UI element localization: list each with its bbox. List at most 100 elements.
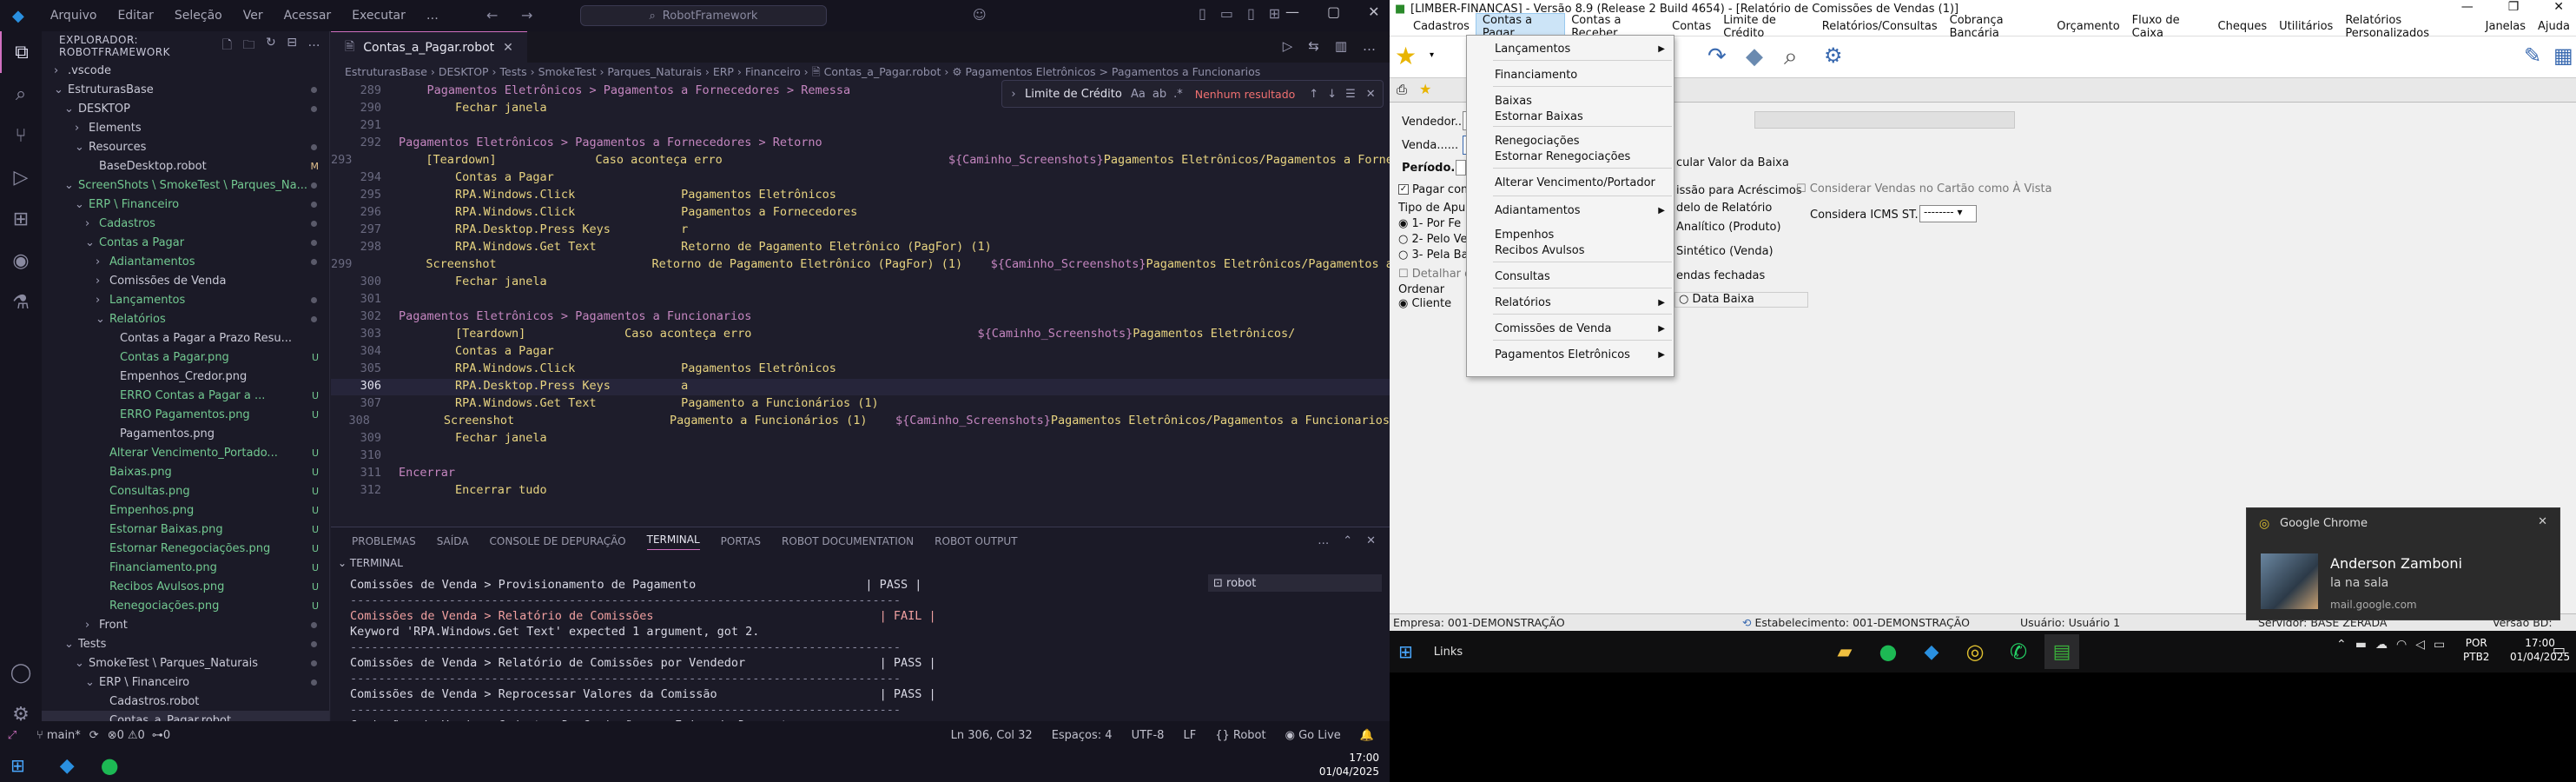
dropdown-arrow-icon[interactable]: ▾ — [1430, 50, 1434, 60]
battery-icon[interactable]: ▭ — [2434, 638, 2445, 652]
spotify-icon[interactable]: ● — [1871, 634, 1906, 669]
icms-select[interactable]: -------- ▾ — [1919, 205, 1977, 222]
chrome-notification[interactable]: ◎ Google Chrome ✕ Anderson Zamboni la na… — [2246, 507, 2560, 620]
find-selection-icon[interactable]: ☰ — [1345, 88, 1356, 101]
menu-item[interactable]: Estornar Renegociações — [1467, 147, 1674, 166]
limber-menu-item[interactable]: Relatórios/Consultas — [1816, 20, 1944, 33]
calculator-icon[interactable]: ▦ — [2553, 43, 2573, 68]
tree-item[interactable]: Contas a Pagar.png U — [42, 348, 329, 367]
layout-secondary-icon[interactable]: ▯ — [1247, 5, 1255, 22]
encoding[interactable]: UTF-8 — [1132, 729, 1165, 742]
code-area[interactable]: 289 Pagamentos Eletrônicos > Pagamentos … — [331, 83, 1390, 527]
language-indicator[interactable]: POR PTB2 — [2463, 636, 2489, 664]
match-case-icon[interactable]: Aa — [1131, 88, 1146, 101]
panel-tab[interactable]: CONSOLE DE DEPURAÇÃO — [490, 535, 626, 547]
code-line[interactable]: 305 RPA.Windows.Click Pagamentos Eletrôn… — [331, 361, 1390, 378]
tree-item[interactable]: ERRO Pagamentos.png U — [42, 405, 329, 424]
tree-item[interactable]: Estornar Baixas.png U — [42, 520, 329, 539]
tree-item[interactable]: Pagamentos.png — [42, 424, 329, 443]
tree-item[interactable]: Alterar Vencimento_Portado... U — [42, 443, 329, 462]
tree-item[interactable]: › Elements — [42, 118, 329, 137]
code-line[interactable]: 303 [Teardown] Caso aconteça erro ${Cami… — [331, 327, 1390, 343]
tab-contas-a-pagar[interactable]: 🗎 Contas_a_Pagar.robot ✕ — [331, 31, 527, 63]
limber-menu-item[interactable]: Cheques — [2212, 20, 2274, 33]
copilot-icon[interactable]: ☺ — [973, 7, 987, 23]
limber-menu-item[interactable]: Relatórios Personalizados — [2339, 14, 2479, 40]
tree-item[interactable]: Cadastros.robot — [42, 692, 329, 711]
settings-icon[interactable]: ⚙ — [1824, 43, 1843, 68]
error-count[interactable]: 0 — [117, 729, 124, 742]
run-debug-icon[interactable]: ▷ — [0, 156, 42, 198]
menu-item[interactable]: Recibos Avulsos — [1467, 241, 1674, 260]
remote-status-icon[interactable]: ⤢ — [0, 729, 24, 742]
tree-item[interactable]: ⌄ EstruturasBase — [42, 80, 329, 99]
menu-item[interactable]: … — [416, 9, 449, 23]
more-actions-icon[interactable]: … — [1363, 38, 1376, 54]
cursor-position[interactable]: Ln 306, Col 32 — [951, 729, 1033, 742]
menu-item[interactable]: Acessar — [274, 9, 342, 23]
panel-tab[interactable]: ROBOT DOCUMENTATION — [782, 535, 914, 547]
tree-item[interactable]: Financiamento.png U — [42, 558, 329, 577]
menu-item[interactable]: Executar — [341, 9, 416, 23]
links-toolbar[interactable]: Links — [1434, 646, 1463, 659]
minimize-icon[interactable]: — — [2461, 0, 2474, 14]
tab-close-icon[interactable]: ✕ — [503, 41, 513, 55]
extensions-icon[interactable]: ⊞ — [0, 198, 42, 240]
tree-item[interactable]: ⌄ ERP \ Financeiro — [42, 195, 329, 214]
panel-more-icon[interactable]: … — [1318, 534, 1329, 547]
limber-menu-item[interactable]: Limite de Crédito — [1717, 14, 1815, 40]
close-icon[interactable]: ✕ — [2553, 0, 2564, 14]
tree-item[interactable]: › Comissões de Venda — [42, 271, 329, 290]
tree-item[interactable]: Recibos Avulsos.png U — [42, 577, 329, 596]
regex-icon[interactable]: .* — [1173, 88, 1183, 101]
explorer-icon[interactable]: ⧉ — [0, 31, 42, 73]
limber-menu-item[interactable]: Cobrança Bancária — [1944, 14, 2051, 40]
account-icon[interactable]: ◯ — [0, 652, 42, 693]
limber-menu-item[interactable]: Janelas — [2480, 20, 2532, 33]
code-line[interactable]: 312 Encerrar tudo — [331, 483, 1390, 500]
code-line[interactable]: 292 Pagamentos Eletrônicos > Pagamentos a… — [331, 136, 1390, 152]
wifi-icon[interactable]: ◠ — [2396, 638, 2407, 652]
layout-sidebar-icon[interactable]: ▯ — [1199, 5, 1206, 22]
menu-item[interactable]: Financiamento — [1467, 65, 1674, 84]
code-line[interactable]: 304 Contas a Pagar — [331, 344, 1390, 361]
start-icon[interactable]: ⊞ — [1398, 641, 1413, 662]
find-toggle-icon[interactable]: › — [1002, 88, 1025, 101]
new-folder-icon[interactable]: 🗀 — [243, 36, 256, 56]
code-line[interactable]: 293 [Teardown] Caso aconteça erro ${Cami… — [331, 153, 1390, 169]
tree-item[interactable]: ⌄ Contas a Pagar — [42, 233, 329, 252]
analitico-option[interactable]: Analítico (Produto) — [1676, 221, 1781, 234]
vscode-taskbar-icon[interactable]: ◆ — [60, 755, 75, 777]
tree-item[interactable]: Empenhos.png U — [42, 500, 329, 520]
tree-item[interactable]: ⌄ ScreenShots \ SmokeTest \ Parques_Na... — [42, 176, 329, 195]
customize-layout-icon[interactable]: ⊞ — [1269, 5, 1280, 22]
tree-item[interactable]: › Front — [42, 615, 329, 634]
tools-icon[interactable]: ✎ — [2524, 43, 2541, 68]
tree-item[interactable]: Consultas.png U — [42, 481, 329, 500]
branch-name[interactable]: main* — [47, 729, 81, 742]
spotify-icon[interactable]: ● — [101, 753, 119, 778]
notifications-icon[interactable]: 🔔 — [1360, 729, 1374, 742]
tree-item[interactable]: ⌄ Resources — [42, 137, 329, 156]
data-baixa-box[interactable]: ○ Data Baixa — [1674, 292, 1808, 308]
search-icon[interactable]: ⌕ — [0, 73, 42, 115]
more-icon[interactable]: … — [308, 36, 321, 56]
periodo-field[interactable] — [1456, 160, 1466, 176]
whole-word-icon[interactable]: ab — [1153, 88, 1166, 101]
sintetico-option[interactable]: Sintético (Venda) — [1676, 245, 1773, 258]
panel-tab[interactable]: ROBOT OUTPUT — [935, 535, 1017, 547]
notification-close-icon[interactable]: ✕ — [2538, 515, 2547, 528]
tree-item[interactable]: Empenhos_Credor.png — [42, 367, 329, 386]
refresh-icon[interactable]: ↻ — [266, 36, 276, 56]
redo-icon[interactable]: ↷ — [1707, 43, 1727, 70]
code-line[interactable]: 296 RPA.Windows.Click Pagamentos a Forne… — [331, 205, 1390, 222]
panel-tab[interactable]: PORTAS — [721, 535, 761, 547]
split-editor-icon[interactable]: ▥ — [1335, 38, 1347, 54]
run-icon[interactable]: ▷ — [1283, 38, 1293, 54]
print-icon[interactable]: ⎙ — [1397, 82, 1407, 97]
menu-item[interactable]: Editar — [107, 9, 163, 23]
search-zoom-icon[interactable]: ⌕ — [1784, 42, 1798, 71]
menu-item[interactable]: Ver — [233, 9, 274, 23]
menu-item[interactable]: Pagamentos Eletrônicos ▶ — [1467, 345, 1674, 364]
compare-icon[interactable]: ⇆ — [1308, 38, 1319, 54]
